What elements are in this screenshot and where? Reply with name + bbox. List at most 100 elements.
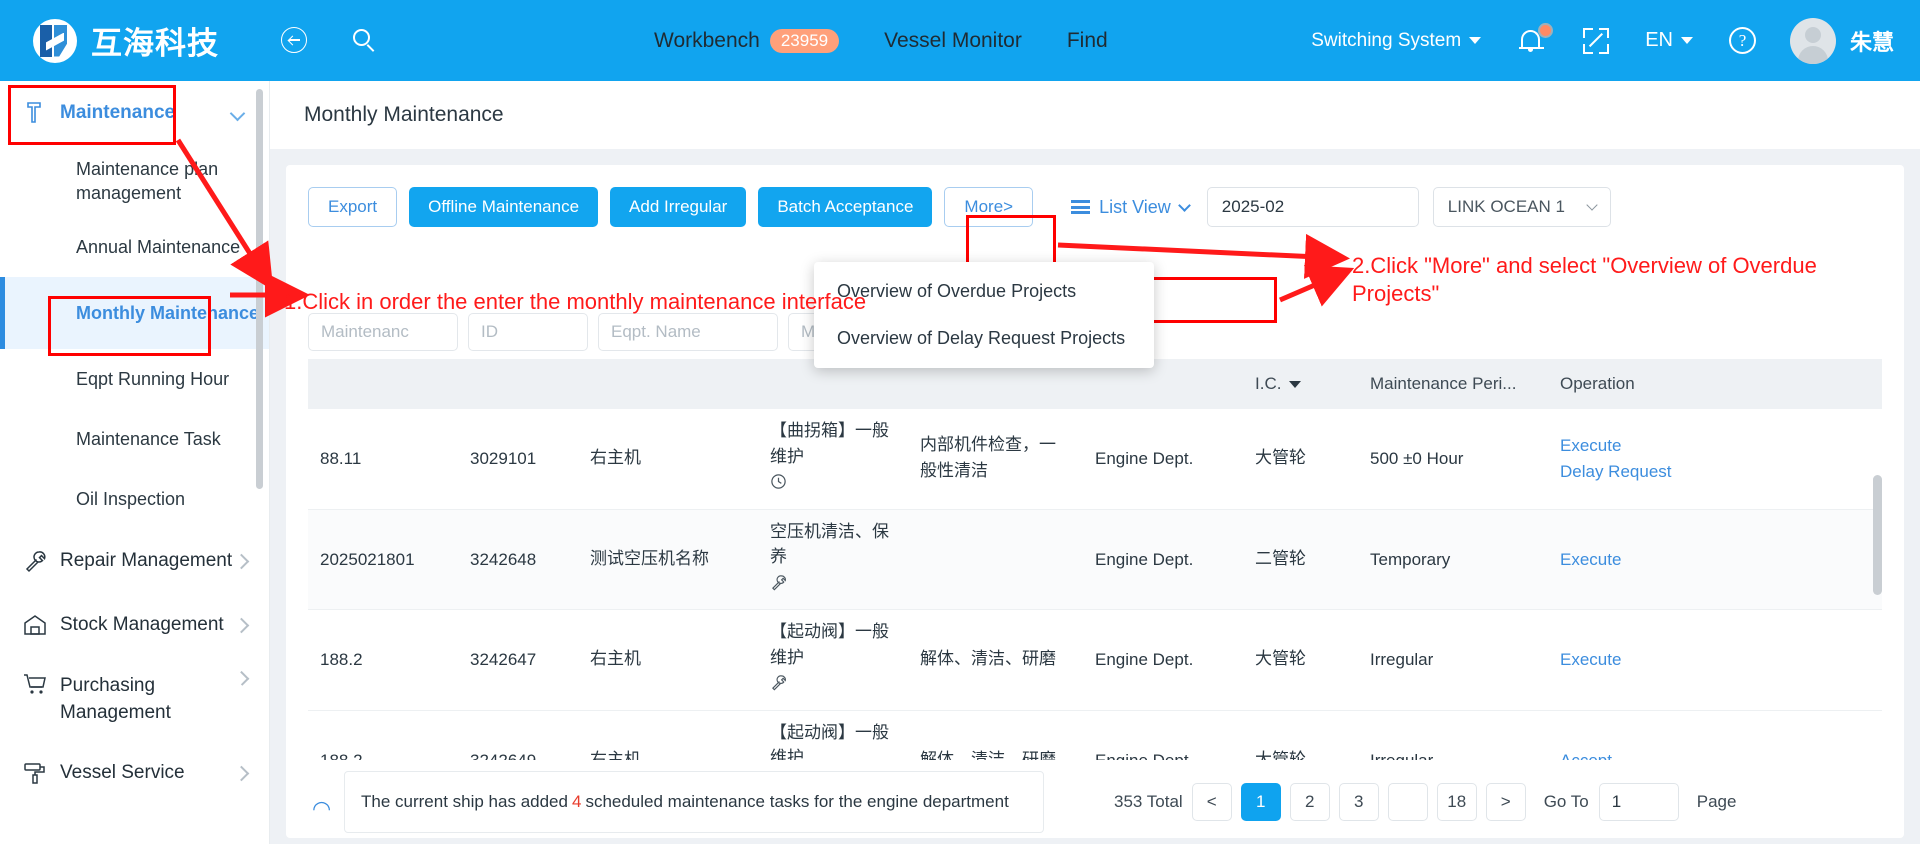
sidebar-group-stock-management[interactable]: Stock Management — [0, 593, 269, 657]
user-avatar-icon[interactable] — [1789, 17, 1836, 64]
sidebar-item-eqpt-running-hour[interactable]: Eqpt Running Hour — [0, 349, 269, 409]
page-ellipsis[interactable] — [1387, 783, 1428, 821]
language-selector[interactable]: EN — [1645, 29, 1693, 52]
page-3-button[interactable]: 3 — [1338, 783, 1379, 821]
filter-id[interactable]: ID — [468, 313, 588, 351]
cell-id: 3029101 — [470, 449, 537, 468]
top-header: 互海科技 Workbench 23959 Vessel Monitor Find… — [0, 0, 1920, 81]
nav-item-find[interactable]: Find — [1067, 29, 1108, 53]
sidebar-group-label: Maintenance — [60, 102, 176, 123]
filter-maintenance-code[interactable]: Maintenanc — [308, 313, 458, 351]
sidebar-item-oil-inspection[interactable]: Oil Inspection — [0, 469, 269, 529]
sidebar-item-label: Eqpt Running Hour — [76, 368, 230, 389]
more-button[interactable]: More> — [944, 187, 1034, 227]
cell-operation: Execute Delay Request — [1548, 423, 1738, 494]
dropdown-item-overview-delay-request-projects[interactable]: Overview of Delay Request Projects — [814, 315, 1154, 362]
table-row[interactable]: 2025021801 3242648 测试空压机名称 空压机清洁、保养 Engi… — [308, 509, 1882, 610]
cell-eqpt: 测试空压机名称 — [590, 548, 709, 569]
offline-maintenance-button[interactable]: Offline Maintenance — [409, 187, 599, 227]
th-maintenance-period: Maintenance Peri... — [1370, 374, 1517, 393]
cell-ic: 大管轮 — [1255, 649, 1306, 669]
search-icon[interactable] — [351, 27, 379, 55]
sidebar-item-label: Monthly Maintenance — [76, 302, 260, 323]
switching-system-button[interactable]: Switching System — [1311, 30, 1482, 52]
annotation-step-2: 2.Click "More" and select "Overview of O… — [1352, 253, 1817, 306]
cell-item: 【起动阀】一般维护 — [758, 610, 908, 710]
hammer-icon — [22, 101, 48, 125]
toolbar: Export Offline Maintenance Add Irregular… — [286, 165, 1904, 227]
nav-item-workbench[interactable]: Workbench 23959 — [654, 28, 840, 53]
page-18-button[interactable]: 18 — [1436, 783, 1477, 821]
sidebar-group-maintenance[interactable]: Maintenance — [0, 81, 269, 145]
page-prev-button[interactable]: < — [1191, 783, 1232, 821]
vessel-selector[interactable]: LINK OCEAN 1 — [1432, 187, 1611, 227]
notification-bell-icon[interactable] — [1519, 22, 1554, 56]
cell-item: 【曲拐箱】一般维护 — [758, 409, 908, 509]
nav-label-find: Find — [1066, 28, 1108, 52]
page-next-button[interactable]: > — [1485, 783, 1526, 821]
goto-label: Go To — [1543, 792, 1589, 811]
execute-link[interactable]: Execute — [1560, 647, 1726, 673]
back-arrow-icon[interactable] — [281, 26, 309, 55]
goto-input[interactable]: 1 — [1598, 783, 1679, 821]
cell-eqpt: 右主机 — [590, 448, 641, 468]
cell-item: 【起动阀】一般维护 — [758, 711, 908, 761]
filter-eqpt-name[interactable]: Eqpt. Name — [598, 313, 778, 351]
cell-code: 2025021801 — [320, 549, 415, 569]
cell-dept: Engine Dept. — [1095, 750, 1194, 761]
sidebar-group-vessel-service[interactable]: Vessel Service — [0, 741, 269, 805]
chevron-right-icon — [233, 553, 250, 569]
paint-roller-icon — [22, 761, 48, 785]
sidebar-group-label: Vessel Service — [60, 762, 185, 783]
cell-dept: Engine Dept. — [1095, 449, 1194, 468]
cell-ic: 大管轮 — [1255, 749, 1306, 761]
page-1-button[interactable]: 1 — [1240, 783, 1281, 821]
chevron-right-icon — [233, 765, 250, 781]
brand-logo-group[interactable]: 互海科技 — [33, 18, 219, 63]
vessel-value: LINK OCEAN 1 — [1447, 197, 1565, 216]
page-2-button[interactable]: 2 — [1289, 783, 1330, 821]
header-right-tools: Switching System EN ? 朱慧 — [1311, 17, 1894, 64]
execute-link[interactable]: Execute — [1560, 433, 1726, 459]
cell-period: Irregular — [1370, 650, 1434, 669]
cell-content: 解体、清洁、研磨 — [920, 749, 1056, 761]
table-row[interactable]: 88.11 3029101 右主机 【曲拐箱】一般维护 内部机件检查，一般性清洁… — [308, 409, 1882, 510]
wrench-icon — [770, 674, 896, 700]
accept-link[interactable]: Accept — [1560, 748, 1726, 761]
sidebar-group-repair-management[interactable]: Repair Management — [0, 529, 269, 593]
sidebar-group-purchasing-management[interactable]: Purchasing Management — [0, 657, 269, 741]
batch-acceptance-button[interactable]: Batch Acceptance — [758, 187, 933, 227]
sidebar-group-label: Stock Management — [60, 614, 224, 635]
cell-eqpt: 右主机 — [590, 649, 641, 669]
table-vertical-scrollbar[interactable] — [1873, 475, 1882, 595]
th-operation: Operation — [1560, 374, 1635, 393]
delay-request-link[interactable]: Delay Request — [1560, 459, 1726, 485]
cell-dept: Engine Dept. — [1095, 549, 1194, 569]
nav-label-workbench: Workbench — [654, 28, 760, 52]
notice-prefix: The current ship has added — [361, 792, 568, 811]
sidebar-item-label: Maintenance plan management — [76, 158, 219, 203]
month-picker[interactable]: 2025-02 — [1206, 187, 1419, 227]
add-irregular-button[interactable]: Add Irregular — [610, 187, 747, 227]
list-view-selector[interactable]: List View — [1071, 197, 1191, 218]
sidebar-item-annual-maintenance[interactable]: Annual Maintenance — [0, 217, 269, 277]
chevron-down-icon — [1469, 37, 1482, 44]
table-row[interactable]: 188.2 3242649 右主机 【起动阀】一般维护 解体、清洁、研磨 Eng… — [308, 711, 1882, 761]
nav-item-vessel-monitor[interactable]: Vessel Monitor — [884, 29, 1022, 53]
sidebar-item-maintenance-task[interactable]: Maintenance Task — [0, 409, 269, 469]
help-icon[interactable]: ? — [1728, 27, 1756, 54]
sidebar-item-monthly-maintenance[interactable]: Monthly Maintenance — [0, 277, 269, 349]
main-content: Monthly Maintenance Export Offline Maint… — [270, 81, 1920, 844]
sidebar-scrollbar[interactable] — [256, 89, 263, 489]
table-row[interactable]: 188.2 3242647 右主机 【起动阀】一般维护 解体、清洁、研磨 Eng… — [308, 610, 1882, 711]
brand-name: 互海科技 — [91, 26, 219, 62]
cell-dept: Engine Dept. — [1095, 650, 1194, 669]
export-button[interactable]: Export — [308, 187, 398, 227]
fullscreen-icon[interactable] — [1583, 27, 1610, 54]
company-logo-icon — [33, 18, 77, 63]
cell-content: 解体、清洁、研磨 — [920, 649, 1056, 669]
th-ic[interactable]: I.C. — [1243, 374, 1358, 394]
sidebar-item-maintenance-plan-management[interactable]: Maintenance plan management — [0, 145, 269, 217]
execute-link[interactable]: Execute — [1560, 547, 1726, 573]
chevron-right-icon — [233, 617, 250, 633]
